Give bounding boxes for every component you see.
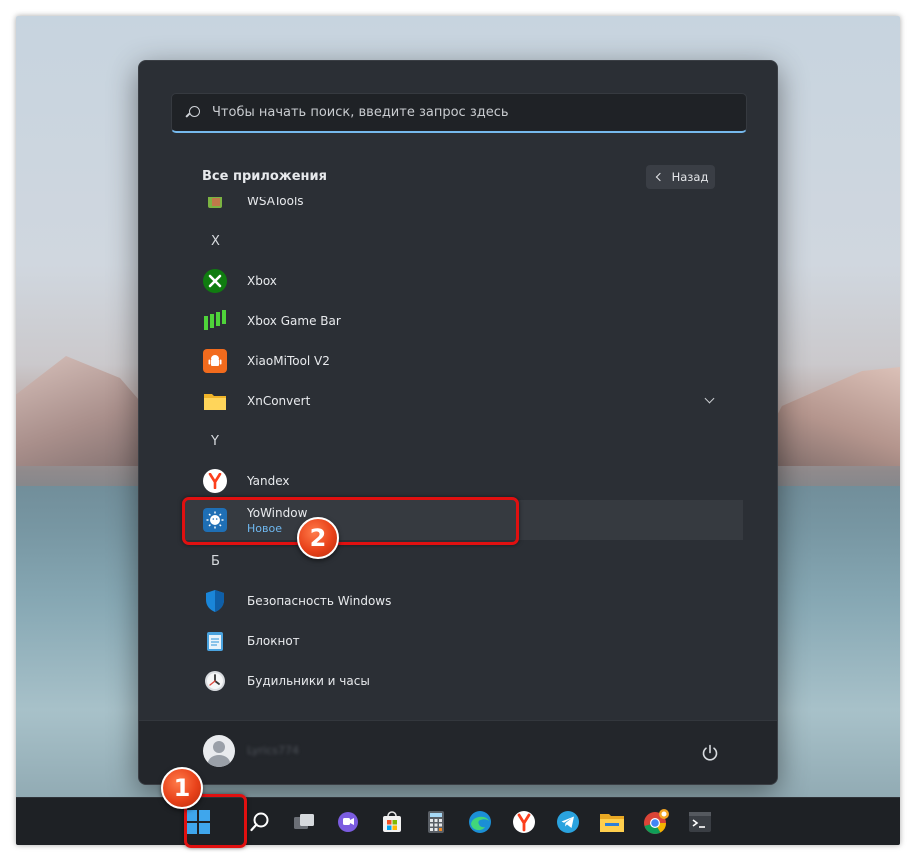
section-letter: Б: [211, 553, 220, 569]
section-header-b[interactable]: Б: [183, 541, 729, 581]
search-icon: [250, 812, 269, 832]
store-button[interactable]: [376, 806, 408, 838]
list-item-xiaomitool[interactable]: XiaoMiTool V2: [183, 341, 729, 381]
list-item-windows-security[interactable]: Безопасность Windows: [183, 581, 729, 621]
chrome-icon: [644, 809, 669, 834]
search-box[interactable]: [171, 93, 747, 133]
file-explorer-button[interactable]: [596, 806, 628, 838]
task-view-icon: [294, 814, 314, 829]
section-header-v[interactable]: В: [183, 701, 729, 718]
app-label: XiaoMiTool V2: [247, 354, 330, 368]
terminal-button[interactable]: [684, 806, 716, 838]
step-2-badge: 2: [297, 517, 339, 559]
section-letter: Y: [211, 433, 219, 449]
store-icon: [383, 811, 401, 832]
search-input[interactable]: [212, 105, 732, 120]
list-item-xnconvert[interactable]: XnConvert: [183, 381, 729, 421]
telegram-icon: [557, 811, 579, 833]
folder-icon: [203, 389, 227, 413]
shield-icon: [203, 589, 227, 613]
section-header-x[interactable]: X: [183, 221, 729, 261]
all-apps-title: Все приложения: [202, 169, 327, 184]
section-letter: X: [211, 233, 220, 249]
desktop: Все приложения Назад WSATools X Xbox: [16, 16, 900, 845]
app-label: Xbox: [247, 274, 277, 288]
explorer-icon: [600, 814, 624, 832]
calculator-button[interactable]: [420, 806, 452, 838]
yandex-icon: [513, 811, 535, 833]
section-letter: В: [183, 715, 219, 718]
chat-button[interactable]: [332, 806, 364, 838]
start-menu: Все приложения Назад WSATools X Xbox: [138, 60, 778, 785]
avatar[interactable]: [203, 735, 235, 767]
app-label: Безопасность Windows: [247, 594, 392, 608]
edge-button[interactable]: [464, 806, 496, 838]
app-label: Xbox Game Bar: [247, 314, 341, 328]
app-label: Блокнот: [247, 634, 300, 648]
chevron-down-icon[interactable]: [704, 393, 715, 404]
app-label: Будильники и часы: [247, 674, 370, 688]
clock-icon: [203, 669, 227, 693]
list-item-xbox-game-bar[interactable]: Xbox Game Bar: [183, 301, 729, 341]
chevron-left-icon: [655, 172, 664, 182]
taskbar-search-button[interactable]: [244, 806, 276, 838]
chrome-button[interactable]: [640, 806, 672, 838]
step-1-badge: 1: [161, 767, 203, 809]
taskbar: [16, 797, 900, 845]
search-icon: [186, 105, 200, 120]
edge-icon: [469, 811, 491, 833]
back-button-label: Назад: [671, 170, 709, 184]
wsatools-icon: [203, 197, 227, 213]
chat-icon: [338, 812, 358, 832]
back-button[interactable]: Назад: [646, 165, 715, 189]
terminal-icon: [689, 812, 711, 832]
android-icon: [203, 349, 227, 373]
task-view-button[interactable]: [288, 806, 320, 838]
callout-yowindow-highlight: [182, 497, 519, 545]
list-item-yandex[interactable]: Yandex: [183, 461, 729, 501]
yandex-browser-button[interactable]: [508, 806, 540, 838]
list-item-notepad[interactable]: Блокнот: [183, 621, 729, 661]
start-footer: Lyrics774: [139, 720, 777, 784]
xbox-game-bar-icon: [203, 309, 227, 333]
telegram-button[interactable]: [552, 806, 584, 838]
list-item-xbox[interactable]: Xbox: [183, 261, 729, 301]
all-apps-list[interactable]: WSATools X Xbox Xbox Game Bar XiaoMiTool…: [183, 197, 743, 717]
yandex-icon: [203, 469, 227, 493]
app-label: WSATools: [247, 197, 304, 208]
list-item[interactable]: WSATools: [183, 197, 729, 221]
power-icon[interactable]: [701, 744, 719, 762]
xbox-icon: [203, 269, 227, 293]
app-label: XnConvert: [247, 394, 311, 408]
calculator-icon: [428, 811, 444, 833]
user-name[interactable]: Lyrics774: [247, 744, 299, 757]
list-item-alarms[interactable]: Будильники и часы: [183, 661, 729, 701]
notepad-icon: [203, 629, 227, 653]
app-label: Yandex: [247, 474, 290, 488]
section-header-y[interactable]: Y: [183, 421, 729, 461]
